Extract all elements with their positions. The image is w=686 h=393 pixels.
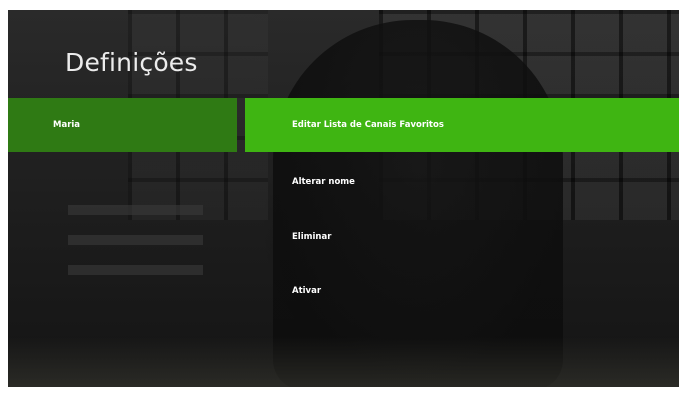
menu-item-edit-favorites[interactable]: Editar Lista de Canais Favoritos — [245, 98, 679, 152]
background-shelf — [68, 235, 203, 245]
profile-item-maria[interactable]: Maria — [8, 98, 237, 152]
page-title: Definições — [65, 48, 198, 77]
menu-item-delete[interactable]: Eliminar — [245, 210, 679, 264]
menu-item-rename[interactable]: Alterar nome — [245, 155, 679, 209]
background-shelf — [68, 205, 203, 215]
menu-item-activate[interactable]: Ativar — [245, 264, 679, 318]
tv-settings-screen: Definições Maria Editar Lista de Canais … — [8, 10, 679, 387]
screen: Definições Maria Editar Lista de Canais … — [0, 0, 686, 393]
background-floor — [8, 337, 679, 387]
background-shelf — [68, 265, 203, 275]
